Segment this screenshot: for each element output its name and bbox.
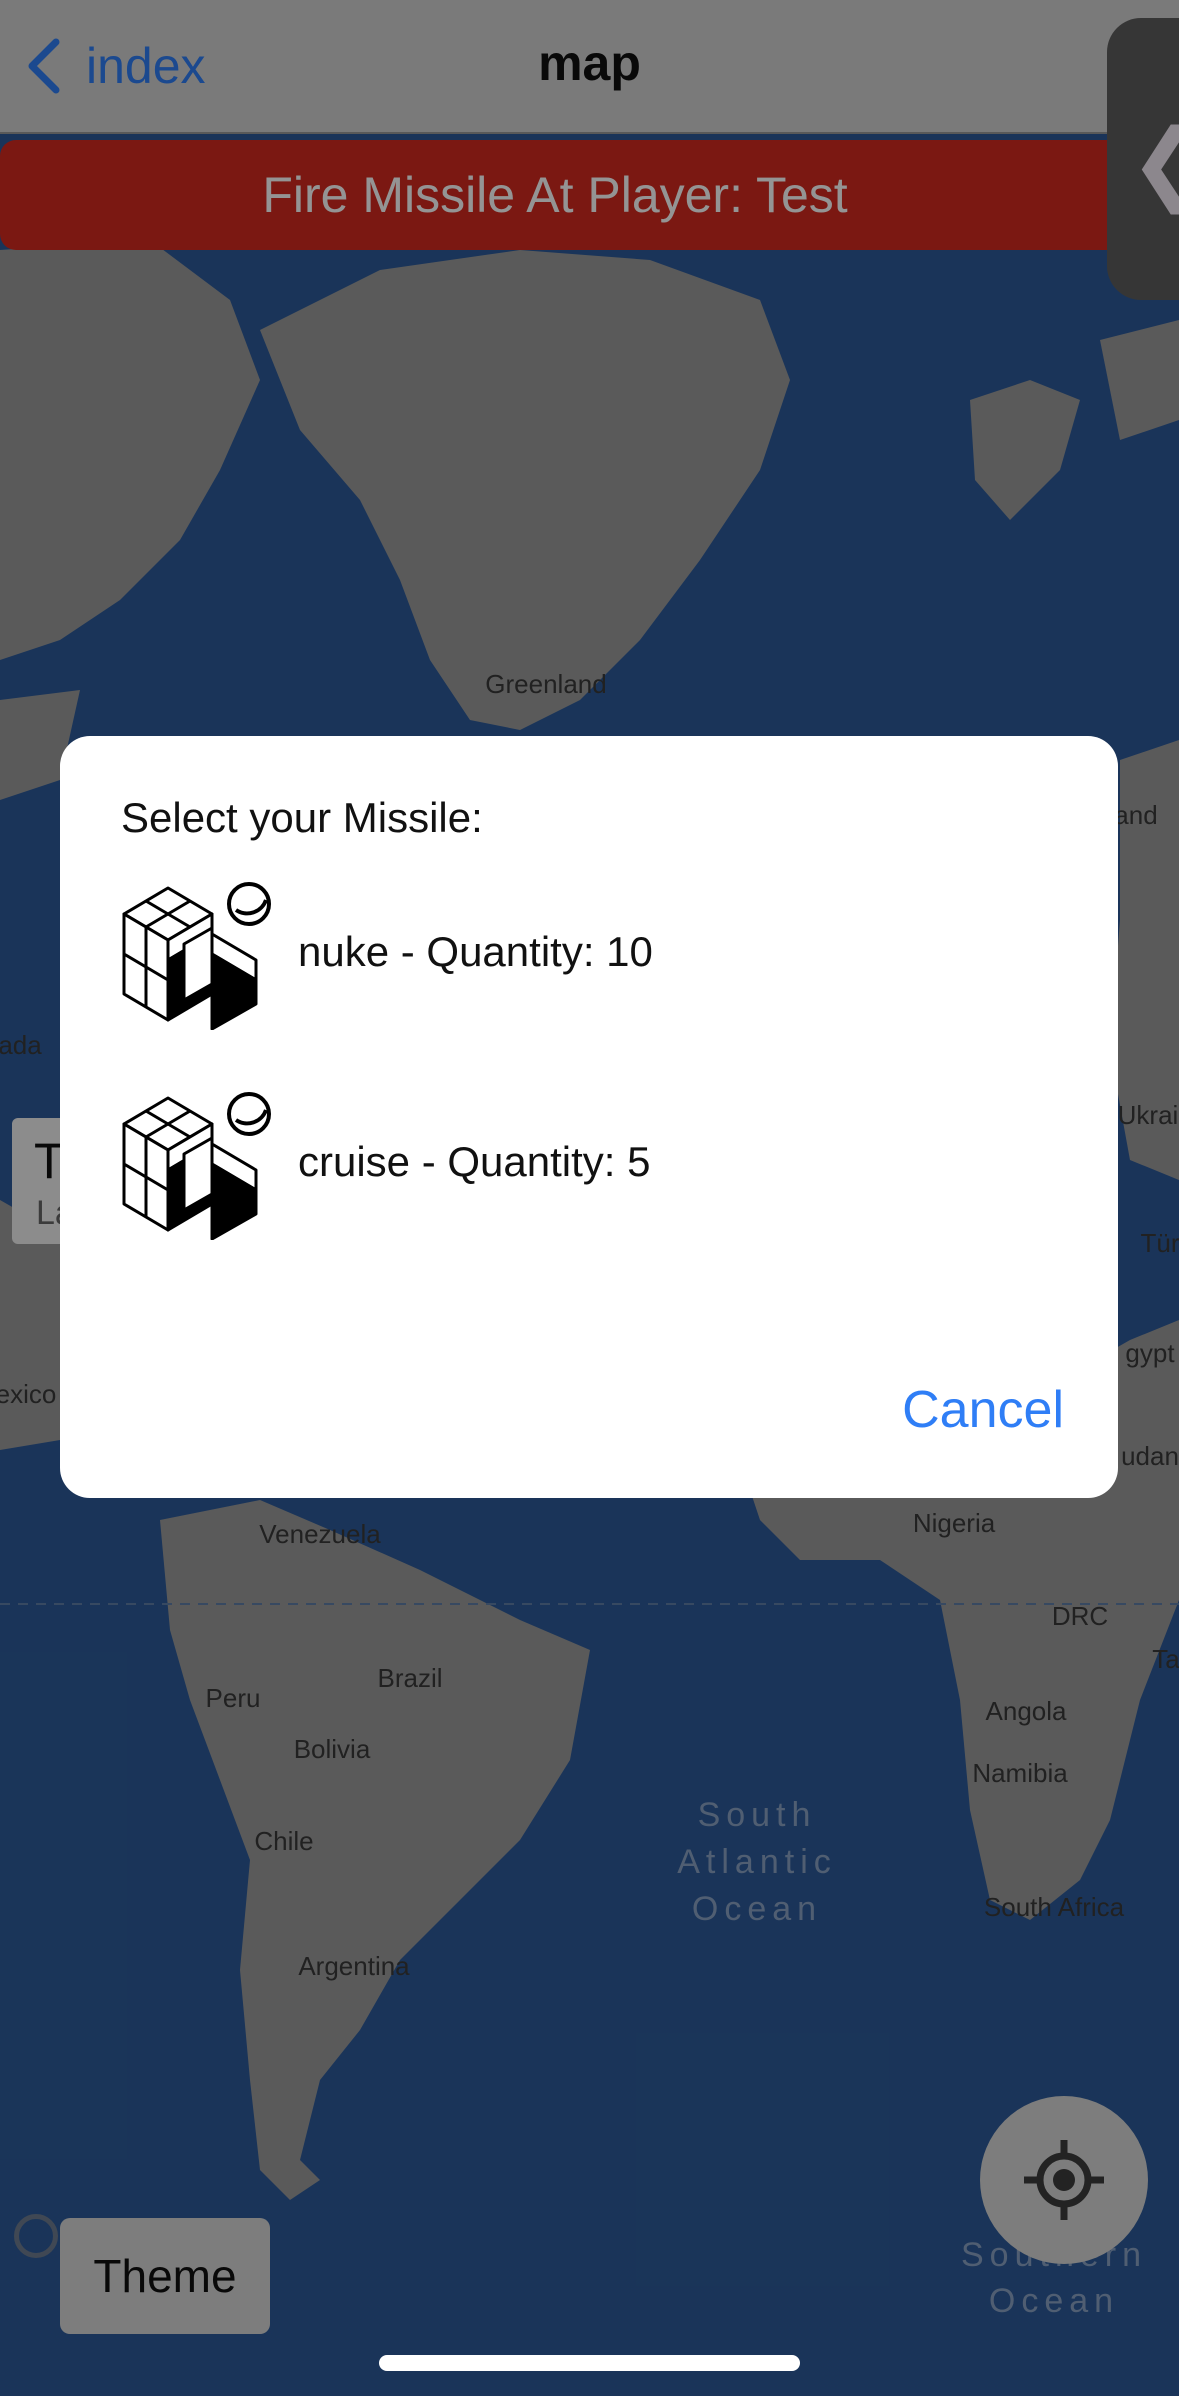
missile-label: nuke - Quantity: 10 [298, 928, 653, 975]
dialog-title: Select your Missile: [121, 794, 483, 841]
missile-label: cruise - Quantity: 5 [298, 1138, 651, 1185]
cube-icon [122, 1092, 271, 1240]
missile-option-nuke[interactable]: nuke - Quantity: 10 [118, 874, 1018, 1030]
missile-select-dialog: Select your Missile: nuke - Quantity: 10 [60, 736, 1118, 1498]
cancel-button[interactable]: Cancel [902, 1380, 1064, 1440]
missile-option-cruise[interactable]: cruise - Quantity: 5 [118, 1084, 1018, 1240]
home-indicator[interactable] [379, 2355, 800, 2371]
cube-icon [122, 882, 271, 1030]
